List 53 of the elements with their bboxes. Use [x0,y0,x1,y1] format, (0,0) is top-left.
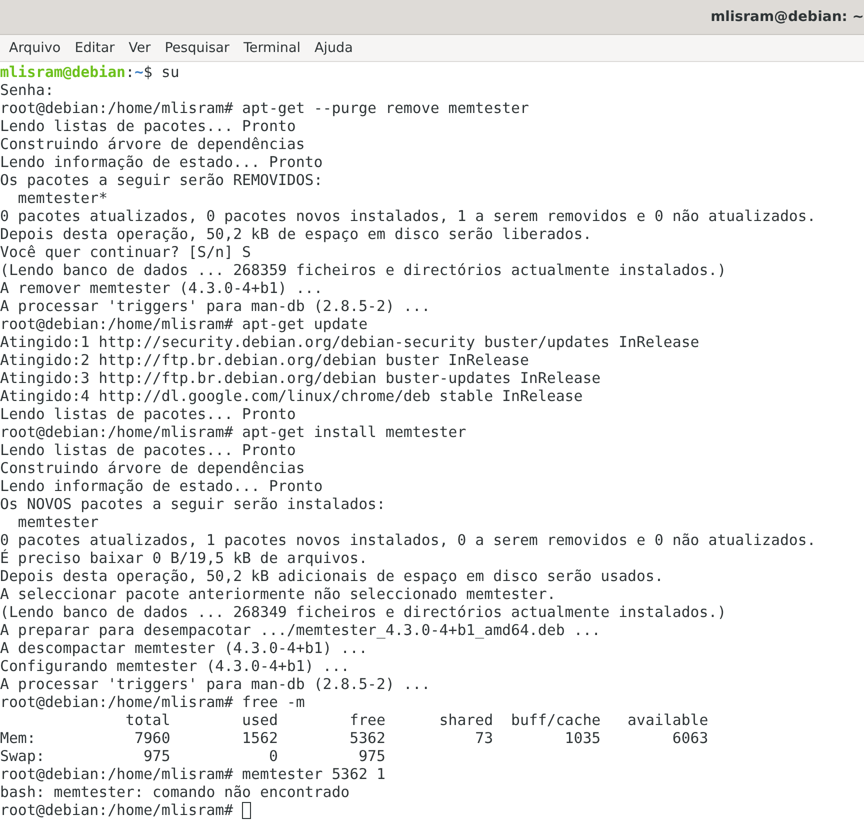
terminal-line: root@debian:/home/mlisram# apt-get install memtester [0,423,466,441]
terminal-line: Senha: [0,81,54,99]
terminal-line: Lendo listas de pacotes... Pronto [0,405,296,423]
terminal-line: total used free shared buff/cache available [124,711,708,729]
terminal-line: Os NOVOS pacotes a seguir serão instalados: [0,495,386,513]
terminal-line: Depois desta operação, 50,2 kB adicionais de espaço em disco serão usados. [0,567,664,585]
terminal-line: A preparar para desempacotar .../memtester_4.3.0-4+b1_amd64.deb ... [0,621,601,639]
terminal-line: Depois desta operação, 50,2 kB de espaço em disco serão liberados. [0,225,592,243]
menu-item[interactable]: Pesquisar [158,40,236,56]
terminal-line: root@debian:/home/mlisram# apt-get --purge remove memtester [0,99,529,117]
terminal-line: Atingido:1 http://security.debian.org/debian-security buster/updates InRelease [0,333,700,351]
terminal-line: Você quer continuar? [S/n] S [0,243,252,261]
terminal-line: A processar 'triggers' para man-db (2.8.5-2) ... [0,297,430,315]
menu-item[interactable]: Ver [122,40,158,56]
menu-item[interactable]: Editar [68,40,122,56]
terminal-line: Lendo informação de estado... Pronto [0,477,323,495]
terminal-line: Construindo árvore de dependências [0,135,305,153]
menu-item[interactable]: Ajuda [308,40,360,56]
terminal-line: bash: memtester: comando não encontrado [0,783,350,801]
text-cursor [242,802,252,819]
terminal-line: Configurando memtester (4.3.0-4+b1) ... [0,657,350,675]
menu-item[interactable]: Terminal [236,40,308,56]
terminal-line: root@debian:/home/mlisram# memtester 5362 1 [0,765,386,783]
terminal-line: Atingido:3 http://ftp.br.debian.org/debian buster-updates InRelease [0,369,601,387]
terminal-line: A processar 'triggers' para man-db (2.8.5-2) ... [0,675,430,693]
terminal-line: Lendo listas de pacotes... Pronto [0,441,296,459]
terminal-line: 0 pacotes atualizados, 0 pacotes novos instalados, 1 a serem removidos e 0 não atualizados. [0,207,816,225]
terminal-line: root@debian:/home/mlisram# free -m [0,693,305,711]
terminal-line: Atingido:4 http://dl.google.com/linux/chrome/deb stable InRelease [0,387,583,405]
command-text: $ su [143,63,180,81]
window-title: mlisram@debian: ~ [710,9,864,25]
terminal-line: A remover memtester (4.3.0-4+b1) ... [0,279,323,297]
prompt-user: mlisram@debian [0,63,126,81]
terminal-line: A descompactar memtester (4.3.0-4+b1) ... [0,639,368,657]
terminal-line: memtester [16,513,99,531]
prompt-path: ~ [134,63,144,81]
terminal-line: Mem: 7960 1562 5362 73 1035 6063 [0,729,708,747]
menu-item[interactable]: Arquivo [2,40,68,56]
terminal-line: Swap: 975 0 975 [0,747,386,765]
terminal-line: A seleccionar pacote anteriormente não seleccionado memtester. [0,585,556,603]
terminal-line: 0 pacotes atualizados, 1 pacotes novos instalados, 0 a serem removidos e 0 não atualizados. [0,531,816,549]
terminal-line: Atingido:2 http://ftp.br.debian.org/debian buster InRelease [0,351,529,369]
terminal-line: memtester* [16,189,108,207]
terminal-line: Lendo listas de pacotes... Pronto [0,117,296,135]
prompt-separator: : [126,63,134,81]
terminal-line: Lendo informação de estado... Pronto [0,153,323,171]
terminal-line: Os pacotes a seguir serão REMOVIDOS: [0,171,323,189]
prompt-text: root@debian:/home/mlisram# [0,801,234,819]
terminal-line: root@debian:/home/mlisram# apt-get update [0,315,368,333]
terminal-line: (Lendo banco de dados ... 268359 ficheiros e directórios actualmente instalados.) [0,261,726,279]
terminal-line: É preciso baixar 0 B/19,5 kB de arquivos. [0,549,368,567]
terminal-line: Construindo árvore de dependências [0,459,305,477]
terminal-line: (Lendo banco de dados ... 268349 ficheiros e directórios actualmente instalados.) [0,603,726,621]
